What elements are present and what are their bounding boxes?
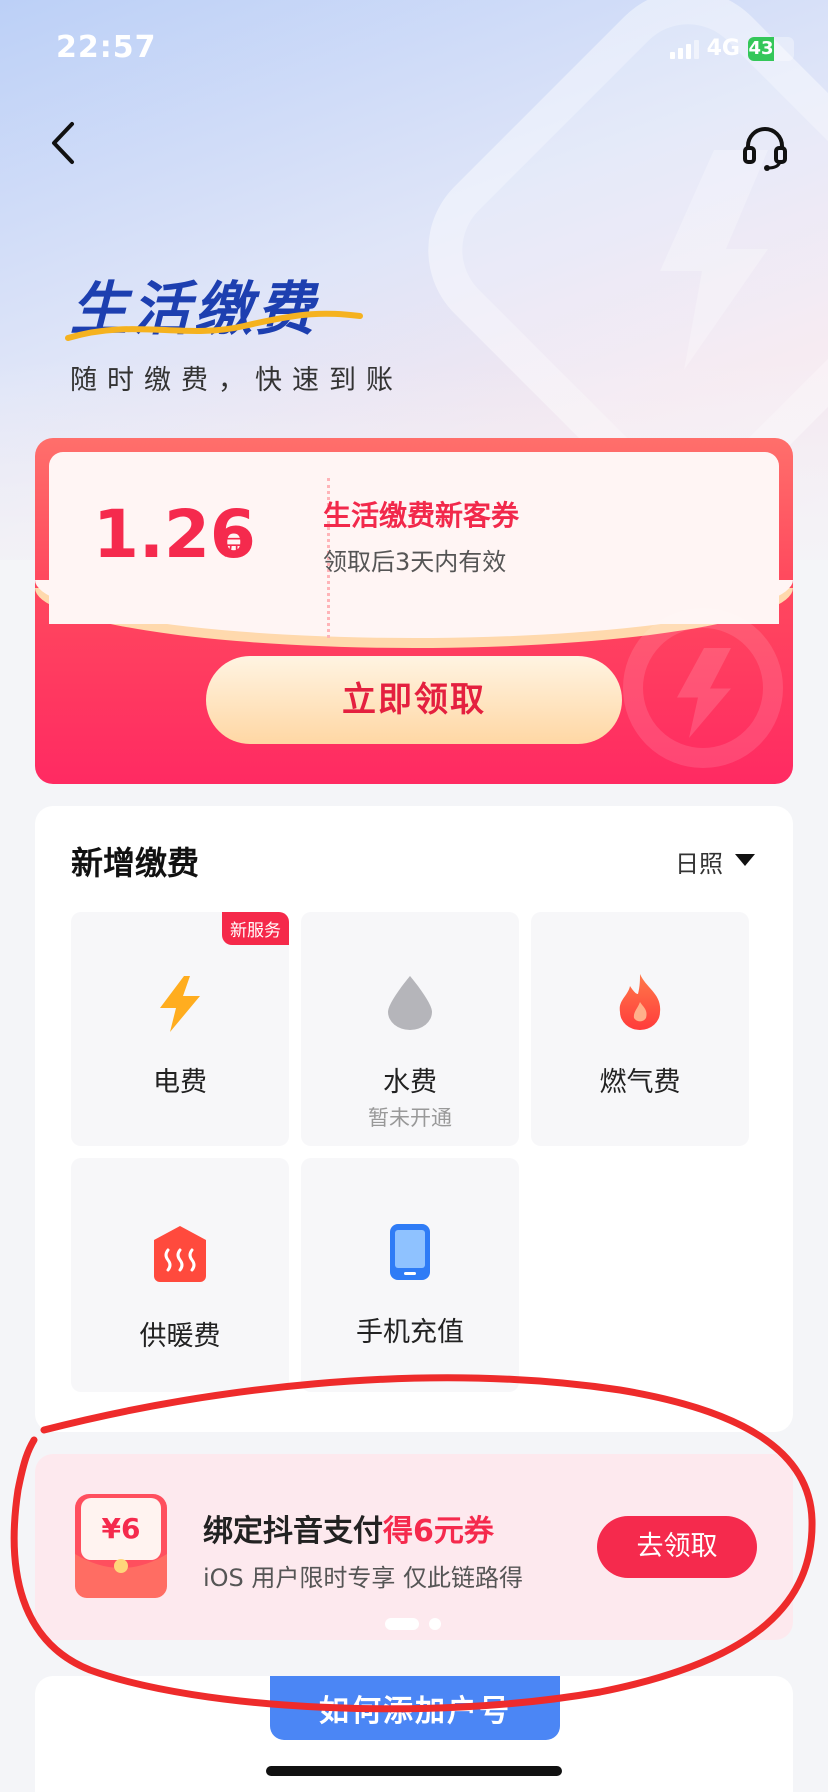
- payment-tile-label: 燃气费: [599, 1067, 681, 1098]
- back-icon[interactable]: [44, 118, 84, 168]
- carousel-dot: [429, 1618, 441, 1630]
- payment-tile-label: 电费: [153, 1067, 207, 1098]
- payment-tile-heating[interactable]: 供暖费: [71, 1158, 289, 1392]
- new-customer-coupon-card: 1.26 元 生活缴费新客券 领取后3天内有效 立即领取: [35, 438, 793, 784]
- heating-icon: [154, 1226, 206, 1282]
- lightning-icon: [160, 976, 200, 1032]
- promo-claim-button[interactable]: 去领取: [597, 1516, 757, 1578]
- phone-icon: [390, 1224, 430, 1280]
- claim-coupon-button[interactable]: 立即领取: [206, 656, 622, 744]
- coupon-title: 生活缴费新客券: [323, 499, 520, 532]
- status-time: 22:57: [56, 30, 157, 65]
- red-envelope-icon: ¥6: [75, 1494, 167, 1598]
- flame-icon: [619, 974, 661, 1030]
- status-indicators: 4G 43: [669, 36, 794, 61]
- title-underline-swoosh: [65, 310, 363, 341]
- payment-tile-electricity[interactable]: 新服务 电费: [71, 912, 289, 1146]
- payment-tile-water[interactable]: 水费 暂未开通: [301, 912, 519, 1146]
- bind-payment-promo-banner[interactable]: ¥6 绑定抖音支付得6元券 iOS 用户限时专享 仅此链路得 去领取: [35, 1454, 793, 1640]
- payment-tile-status: 暂未开通: [368, 1106, 452, 1130]
- promo-subtitle: iOS 用户限时专享 仅此链路得: [203, 1564, 524, 1592]
- payment-tile-label: 水费: [383, 1067, 437, 1098]
- payment-tile-phone-topup[interactable]: 手机充值: [301, 1158, 519, 1392]
- promo-title: 绑定抖音支付得6元券: [203, 1506, 494, 1550]
- battery-level: 43: [748, 36, 774, 61]
- page-subtitle: 随时缴费，快速到账: [70, 365, 403, 396]
- payment-tile-label: 手机充值: [356, 1317, 464, 1348]
- payment-tile-label: 供暖费: [139, 1321, 221, 1352]
- home-indicator: [266, 1766, 562, 1776]
- city-selector[interactable]: 日照: [675, 844, 723, 879]
- add-payment-title: 新增缴费: [71, 844, 200, 882]
- payment-tile-gas[interactable]: 燃气费: [531, 912, 749, 1146]
- signal-icon: [669, 39, 699, 59]
- carousel-dot-active: [385, 1618, 419, 1630]
- coupon-validity: 领取后3天内有效: [323, 548, 507, 576]
- network-type: 4G: [706, 36, 740, 61]
- battery-icon: 43: [748, 36, 794, 61]
- envelope-amount: ¥6: [102, 1512, 141, 1545]
- customer-service-icon[interactable]: [740, 122, 790, 172]
- chevron-down-icon[interactable]: [735, 854, 755, 866]
- add-payment-card: 新增缴费 日照 新服务 电费 水费 暂未开通 燃气费 供暖费 手机充值: [35, 806, 793, 1432]
- new-service-badge: 新服务: [222, 912, 289, 945]
- promo-title-highlight: 得6元券: [383, 1514, 494, 1549]
- carousel-dots: [385, 1618, 441, 1630]
- coupon-unit: 元: [223, 536, 246, 561]
- promo-title-prefix: 绑定抖音支付: [203, 1514, 383, 1549]
- water-drop-icon: [388, 976, 432, 1030]
- how-to-add-account-button[interactable]: 如何添加户号: [270, 1676, 560, 1740]
